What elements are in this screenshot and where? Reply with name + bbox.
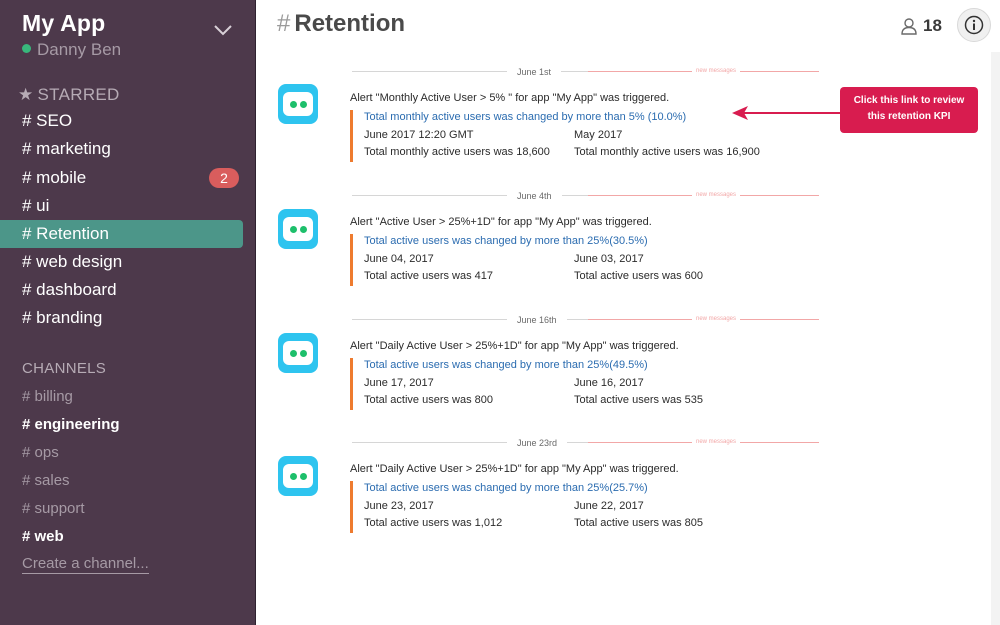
alert-attachment: Total active users was changed by more t… bbox=[350, 358, 730, 410]
alert-message: Alert "Daily Active User > 25%+1D" for a… bbox=[350, 339, 730, 410]
channel-engineering[interactable]: # engineering bbox=[0, 412, 256, 438]
alert-kpi-link[interactable]: Total active users was changed by more t… bbox=[364, 234, 730, 248]
previous-period: May 2017 bbox=[574, 129, 623, 141]
current-period: June 17, 2017 bbox=[364, 377, 434, 389]
bot-avatar[interactable] bbox=[278, 84, 318, 124]
alert-attachment: Total active users was changed by more t… bbox=[350, 234, 730, 286]
new-messages-label: new messages bbox=[692, 66, 741, 76]
sidebar: My App Danny Ben ★ STARRED # SEO # market… bbox=[0, 0, 256, 625]
sidebar-item-seo[interactable]: # SEO bbox=[0, 107, 256, 135]
alert-title: Alert "Daily Active User > 25%+1D" for a… bbox=[350, 463, 679, 475]
sidebar-item-mobile[interactable]: # mobile 2 bbox=[0, 164, 256, 192]
alert-kpi-link[interactable]: Total monthly active users was changed b… bbox=[364, 110, 730, 124]
channel-header: # Retention 18 bbox=[257, 0, 1000, 52]
member-count-button[interactable]: 18 bbox=[900, 14, 942, 38]
team-name: My App bbox=[22, 10, 106, 36]
bot-avatar[interactable] bbox=[278, 209, 318, 249]
previous-value: Total active users was 535 bbox=[574, 394, 704, 406]
alert-message: Alert "Daily Active User > 25%+1D" for a… bbox=[350, 462, 730, 533]
alert-title: Alert "Active User > 25%+1D" for app "My… bbox=[350, 216, 652, 228]
channel-billing[interactable]: # billing bbox=[0, 384, 256, 410]
previous-value: Total active users was 805 bbox=[574, 517, 704, 529]
page-title: # Retention bbox=[277, 10, 406, 37]
channels-section-title: CHANNELS bbox=[22, 360, 107, 377]
current-user: Danny Ben bbox=[22, 40, 121, 60]
date-label: June 1st bbox=[507, 65, 562, 79]
sidebar-item-ui[interactable]: # ui bbox=[0, 192, 256, 220]
chevron-down-icon[interactable] bbox=[214, 24, 232, 36]
bot-face-icon bbox=[283, 217, 313, 241]
alert-title: Alert "Monthly Active User > 5% " for ap… bbox=[350, 92, 670, 104]
channel-web[interactable]: # web bbox=[0, 524, 256, 550]
current-value: Total active users was 1,012 bbox=[364, 517, 503, 529]
bot-face-icon bbox=[283, 464, 313, 488]
scrollbar[interactable] bbox=[991, 52, 1000, 625]
current-value: Total active users was 417 bbox=[364, 270, 494, 282]
current-period: June 04, 2017 bbox=[364, 253, 434, 265]
bot-avatar[interactable] bbox=[278, 456, 318, 496]
current-period: June 23, 2017 bbox=[364, 500, 434, 512]
alert-attachment: Total active users was changed by more t… bbox=[350, 481, 730, 533]
info-button[interactable] bbox=[957, 8, 991, 42]
user-icon bbox=[901, 18, 917, 35]
team-header[interactable]: My App Danny Ben bbox=[22, 10, 236, 59]
date-label: June 4th bbox=[507, 189, 562, 203]
current-period: June 2017 12:20 GMT bbox=[364, 129, 474, 141]
date-label: June 23rd bbox=[507, 436, 568, 450]
date-label: June 16th bbox=[507, 313, 567, 327]
create-channel-link[interactable]: Create a channel... bbox=[22, 555, 149, 574]
current-value: Total active users was 800 bbox=[364, 394, 494, 406]
alert-message: Alert "Monthly Active User > 5% " for ap… bbox=[350, 91, 760, 162]
previous-period: June 16, 2017 bbox=[574, 377, 644, 389]
new-messages-label: new messages bbox=[692, 314, 741, 324]
sidebar-item-marketing[interactable]: # marketing bbox=[0, 135, 256, 163]
day-divider: June 4th new messages bbox=[352, 189, 819, 203]
starred-section-title: ★ STARRED bbox=[18, 85, 120, 104]
day-divider: June 23rd new messages bbox=[352, 436, 819, 450]
alert-title: Alert "Daily Active User > 25%+1D" for a… bbox=[350, 340, 679, 352]
bot-face-icon bbox=[283, 341, 313, 365]
member-count: 18 bbox=[923, 16, 942, 35]
current-value: Total monthly active users was 18,600 bbox=[364, 146, 550, 158]
day-divider: June 16th new messages bbox=[352, 313, 819, 327]
bot-face-icon bbox=[283, 92, 313, 116]
info-icon bbox=[964, 15, 984, 35]
callout-annotation: Click this link to review this retention… bbox=[840, 87, 978, 133]
user-name: Danny Ben bbox=[37, 40, 122, 59]
previous-value: Total active users was 600 bbox=[574, 270, 704, 282]
sidebar-item-web-design[interactable]: # web design bbox=[0, 248, 256, 276]
sidebar-item-dashboard[interactable]: # dashboard bbox=[0, 276, 256, 304]
unread-badge: 2 bbox=[209, 168, 239, 188]
bot-avatar[interactable] bbox=[278, 333, 318, 373]
channel-support[interactable]: # support bbox=[0, 496, 256, 522]
channel-ops[interactable]: # ops bbox=[0, 440, 256, 466]
alert-message: Alert "Active User > 25%+1D" for app "My… bbox=[350, 215, 730, 286]
previous-period: June 03, 2017 bbox=[574, 253, 644, 265]
alert-kpi-link[interactable]: Total active users was changed by more t… bbox=[364, 481, 730, 495]
previous-value: Total monthly active users was 16,900 bbox=[574, 146, 760, 158]
sidebar-item-retention[interactable]: # Retention bbox=[0, 220, 243, 248]
previous-period: June 22, 2017 bbox=[574, 500, 644, 512]
arrow-left-icon bbox=[732, 106, 842, 120]
star-icon: ★ bbox=[18, 85, 34, 104]
sidebar-item-branding[interactable]: # branding bbox=[0, 304, 256, 332]
alert-kpi-link[interactable]: Total active users was changed by more t… bbox=[364, 358, 730, 372]
new-messages-label: new messages bbox=[692, 437, 741, 447]
new-messages-label: new messages bbox=[692, 190, 741, 200]
day-divider: June 1st new messages bbox=[352, 65, 819, 79]
alert-attachment: Total monthly active users was changed b… bbox=[350, 110, 760, 162]
channel-sales[interactable]: # sales bbox=[0, 468, 256, 494]
presence-dot-icon bbox=[22, 44, 31, 53]
